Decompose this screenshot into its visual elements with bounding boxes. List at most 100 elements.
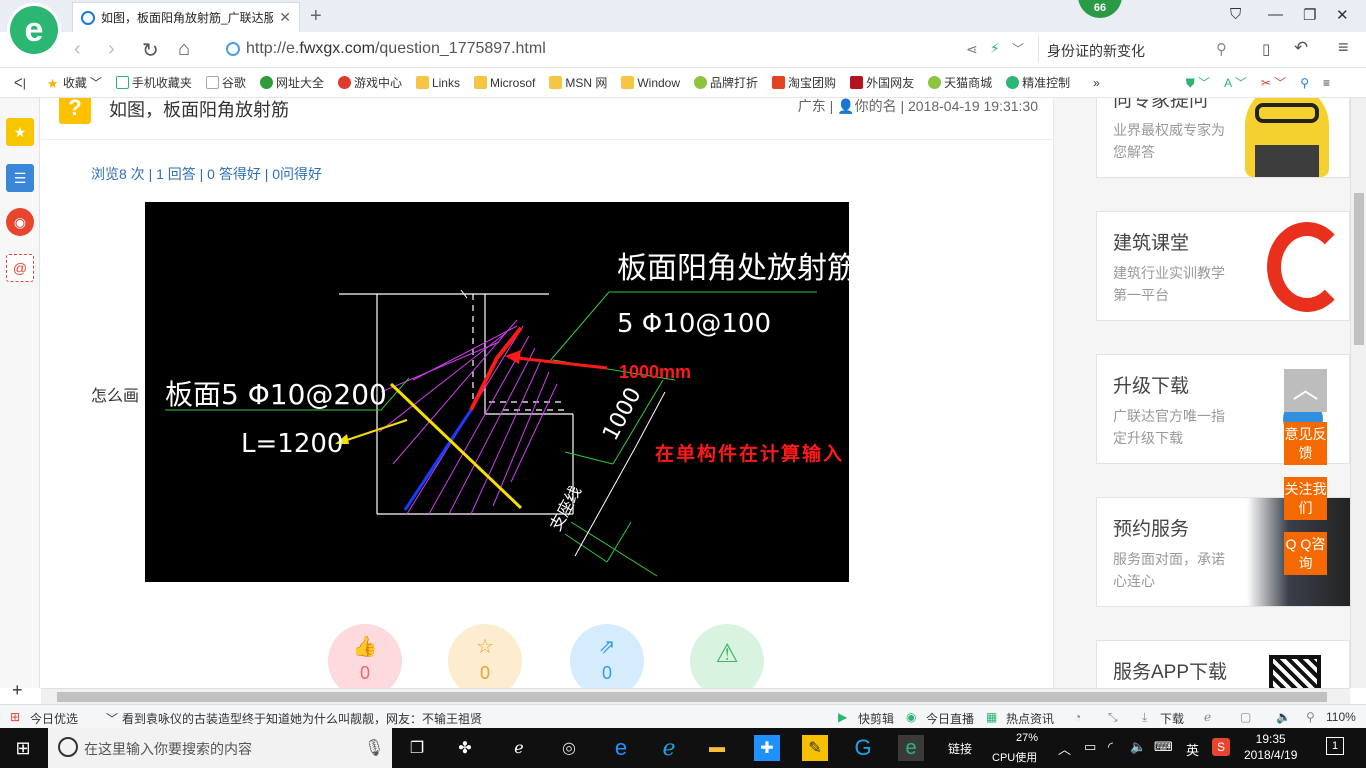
close-tab-icon[interactable]: ✕ [279, 9, 291, 26]
microphone-icon[interactable]: 🎙 [364, 738, 384, 758]
bookmark-item[interactable]: 精准控制 [999, 74, 1077, 91]
forward-button[interactable]: › [108, 38, 115, 61]
shield-icon[interactable]: ⛊ ﹀ [1179, 74, 1217, 91]
ie-icon[interactable]: ℯ [1204, 710, 1211, 724]
bookmark-item[interactable]: Microsof [467, 76, 542, 90]
notes-app-icon[interactable]: ✎ [802, 735, 828, 761]
taskbar-search-input[interactable]: 在这里输入你要搜索的内容 [48, 728, 392, 768]
hot-news-link[interactable]: 热点资讯 [1006, 710, 1054, 727]
plus-app-icon[interactable]: ✚ [754, 735, 780, 761]
cad-drawing-image[interactable]: 板面阳角处放射筋 5 Φ10@100 板面5 Φ10@200 L=1200 10… [145, 202, 857, 582]
system-clock[interactable]: 19:35 2018/4/19 [1244, 731, 1297, 763]
file-explorer-icon[interactable]: ▬ [704, 735, 730, 761]
like-button[interactable]: 👍 0 [328, 624, 402, 688]
task-view-icon[interactable]: ❐ [404, 735, 430, 761]
new-tab-button[interactable]: + [310, 5, 322, 28]
phone-icon[interactable]: ▯ [1262, 40, 1270, 58]
compress-icon[interactable]: ⤡ [1108, 710, 1118, 725]
volume-icon[interactable]: 🔈 [1276, 710, 1291, 724]
notification-badge[interactable]: 66 [1078, 0, 1122, 18]
spiral-app-icon[interactable]: ◎ [556, 735, 582, 761]
bookmark-item[interactable]: 外国网友 [843, 74, 921, 91]
bookmark-item[interactable]: Window [614, 76, 687, 90]
bookmark-item[interactable]: 淘宝团购 [765, 74, 843, 91]
news-icon[interactable]: ☰ [6, 164, 34, 192]
active-browser-icon[interactable]: e [898, 735, 924, 761]
bookmark-item[interactable]: 品牌打折 [687, 74, 765, 91]
news-ticker[interactable]: 看到袁咏仪的古装造型终于知道她为什么叫靓靓，网友：不输王祖贤 [122, 710, 482, 727]
back-button[interactable]: ‹ [74, 38, 81, 61]
sidebar-toggle-icon[interactable]: ᐸ| [14, 76, 40, 90]
window-icon[interactable]: ▢ [1240, 710, 1251, 724]
horizontal-scrollbar[interactable] [41, 688, 1350, 704]
browser-tab[interactable]: 如图，板面阳角放射筋_广联达服 ✕ [72, 2, 300, 32]
download-link[interactable]: 下载 [1160, 710, 1184, 727]
home-button[interactable]: ⌂ [178, 38, 190, 61]
bookmark-item[interactable]: 网址大全 [253, 74, 331, 91]
building-course-card[interactable]: 建筑课堂 建筑行业实训教学第一平台 [1096, 211, 1350, 321]
bookmark-item[interactable]: Links [409, 76, 467, 90]
restore-button[interactable]: ❐ [1303, 6, 1316, 24]
feedback-button[interactable]: 意见反馈 [1284, 422, 1327, 465]
chevron-down-icon[interactable]: ﹀ [1012, 40, 1024, 57]
taskbar-link-label[interactable]: 链接 [948, 740, 972, 757]
url-field[interactable]: http://e.fwxgx.com/question_1775897.html [246, 40, 546, 58]
windows-start-icon[interactable]: ⊞ [10, 735, 36, 761]
sogou-ime-icon[interactable]: S [1212, 738, 1230, 756]
speed-icon[interactable]: ⚡ [990, 40, 1000, 57]
zoom-icon[interactable]: ⚲ [1306, 710, 1315, 724]
quick-edit-link[interactable]: 快剪辑 [858, 710, 894, 727]
bookmark-item[interactable]: ★ 收藏 ﹀ [40, 74, 109, 91]
close-window-button[interactable]: ✕ [1336, 6, 1349, 24]
share-icon[interactable]: ⋖ [966, 41, 978, 58]
weibo-icon[interactable]: ◉ [6, 208, 34, 236]
refresh-button[interactable]: ↻ [142, 38, 159, 63]
collect-button[interactable]: ☆ 0 [448, 624, 522, 688]
minimize-button[interactable]: — [1268, 6, 1283, 23]
vertical-scrollbar[interactable] [1350, 98, 1366, 688]
more-bookmarks-icon[interactable]: » [1077, 76, 1107, 90]
scissors-icon[interactable]: ✂ ﹀ [1254, 74, 1293, 91]
action-center-icon[interactable]: 1 [1326, 737, 1344, 755]
volume-icon[interactable]: 🔈 [1130, 739, 1146, 755]
add-sidebar-icon[interactable]: + [12, 680, 23, 701]
ime-indicator[interactable]: 英 [1186, 740, 1199, 759]
ie-app-icon[interactable]: ℯ [656, 735, 682, 761]
cortana-icon[interactable] [58, 737, 78, 757]
edge-icon[interactable]: e [608, 735, 634, 761]
report-button[interactable]: ⚠ [690, 624, 764, 688]
bookmark-item[interactable]: 天猫商城 [921, 74, 999, 91]
bookmark-item[interactable]: 游戏中心 [331, 74, 409, 91]
share-button[interactable]: ⇗ 0 [570, 624, 644, 688]
bookmark-item[interactable]: MSN 网 [542, 74, 614, 91]
skin-icon[interactable]: ⛉ [1230, 6, 1241, 23]
expert-question-card[interactable]: 向专家提问 业界最权威专家为您解答 [1096, 98, 1350, 178]
search-icon[interactable]: ⚲ [1216, 40, 1227, 58]
question-author[interactable]: 你的名 [855, 98, 897, 114]
overflow-menu-icon[interactable]: ≡ [1316, 76, 1337, 90]
translate-icon[interactable]: A ﹀ [1217, 74, 1254, 91]
follow-us-button[interactable]: 关注我们 [1284, 477, 1327, 520]
speed-icon[interactable]: ◔ [1074, 710, 1081, 724]
app-download-card[interactable]: 服务APP下载 [1096, 640, 1350, 688]
zoom-level[interactable]: 110% [1326, 710, 1356, 724]
live-link[interactable]: 今日直播 [926, 710, 974, 727]
undo-icon[interactable]: ↶ [1294, 38, 1308, 58]
bookmark-item[interactable]: 手机收藏夹 [109, 74, 199, 91]
wifi-icon[interactable]: ◜ [1108, 739, 1113, 755]
battery-icon[interactable]: ▭ [1084, 739, 1096, 755]
tray-chevron-icon[interactable]: ︿ [1058, 739, 1071, 758]
horizontal-scrollbar-thumb[interactable] [57, 692, 1327, 702]
fan-app-icon[interactable]: ✤ [452, 735, 478, 761]
bookmark-item[interactable]: 谷歌 [199, 74, 253, 91]
menu-icon[interactable]: ≡ [1338, 37, 1349, 58]
question-stats[interactable]: 浏览8 次 | 1 回答 | 0 答得好 | 0问得好 [91, 164, 322, 184]
qq-consult-button[interactable]: Q Q咨询 [1284, 532, 1327, 575]
vertical-scrollbar-thumb[interactable] [1354, 193, 1364, 345]
today-picks[interactable]: 今日优选 [30, 710, 78, 727]
favorites-star-icon[interactable]: ★ [6, 118, 34, 146]
back-to-top-button[interactable]: ︿ [1284, 369, 1327, 412]
magnifier-icon[interactable]: ⚲ [1293, 76, 1316, 90]
keyboard-icon[interactable]: ⌨ [1154, 739, 1173, 755]
browser-app-icon[interactable]: ℯ [506, 735, 532, 761]
